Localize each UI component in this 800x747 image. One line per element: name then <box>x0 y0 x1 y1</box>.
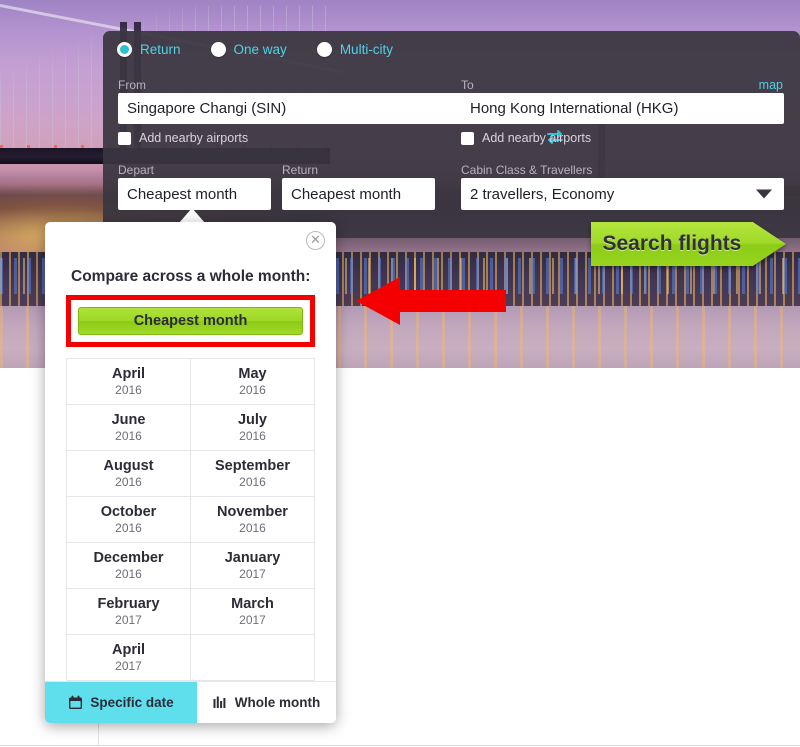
month-year: 2016 <box>239 383 266 398</box>
month-cell[interactable]: December 2016 <box>67 543 191 589</box>
cabin-value: 2 travellers, Economy <box>470 186 614 203</box>
tab-specific-date[interactable]: Specific date <box>45 682 197 723</box>
tab-specific-date-label: Specific date <box>90 695 173 710</box>
calendar-icon <box>68 695 83 710</box>
month-cell[interactable]: November 2016 <box>191 497 315 543</box>
month-name: March <box>231 596 274 613</box>
trip-type-multi-city-label: Multi-city <box>340 42 393 57</box>
month-year: 2016 <box>115 429 142 444</box>
page-root: Return One way Multi-city From Add nearb… <box>0 0 800 747</box>
red-left-arrow-annotation <box>356 277 506 325</box>
popup-pointer <box>179 208 205 223</box>
month-year: 2016 <box>115 383 142 398</box>
map-link[interactable]: map <box>759 78 783 92</box>
popup-tab-bar: Specific date Whole month <box>45 681 336 723</box>
month-name: May <box>238 366 266 383</box>
month-year: 2016 <box>115 567 142 582</box>
return-label: Return <box>282 163 318 177</box>
month-cell-empty <box>191 635 315 681</box>
month-name: October <box>101 504 157 521</box>
radio-icon[interactable] <box>317 42 332 57</box>
month-name: April <box>112 642 145 659</box>
return-value: Cheapest month <box>291 186 401 203</box>
month-cell[interactable]: July 2016 <box>191 405 315 451</box>
page-content-divider-horizontal <box>0 745 800 746</box>
month-name: April <box>112 366 145 383</box>
month-cell[interactable]: June 2016 <box>67 405 191 451</box>
cheapest-month-button[interactable]: Cheapest month <box>78 307 303 335</box>
month-year: 2017 <box>239 613 266 628</box>
depart-label: Depart <box>118 163 154 177</box>
month-cell[interactable]: April 2016 <box>67 359 191 405</box>
month-name: August <box>104 458 154 475</box>
cabin-label: Cabin Class & Travellers <box>461 163 592 177</box>
month-cell[interactable]: February 2017 <box>67 589 191 635</box>
month-name: November <box>217 504 288 521</box>
popup-title: Compare across a whole month: <box>71 268 310 286</box>
month-cell[interactable]: April 2017 <box>67 635 191 681</box>
search-flights-button-label: Search flights <box>591 222 753 266</box>
month-year: 2016 <box>115 521 142 536</box>
month-cell[interactable]: January 2017 <box>191 543 315 589</box>
month-year: 2016 <box>239 521 266 536</box>
month-name: June <box>112 412 146 429</box>
trip-type-return-label: Return <box>140 42 181 57</box>
return-input[interactable]: Cheapest month <box>282 178 435 210</box>
month-cell[interactable]: May 2016 <box>191 359 315 405</box>
radio-selected-icon[interactable] <box>117 42 132 57</box>
whole-month-popup: ✕ Compare across a whole month: Cheapest… <box>45 222 336 723</box>
bar-chart-icon <box>213 696 228 710</box>
from-nearby-checkbox-row[interactable]: Add nearby airports <box>118 131 248 145</box>
close-circle-icon[interactable]: ✕ <box>306 231 325 250</box>
month-name: September <box>215 458 290 475</box>
month-year: 2017 <box>115 613 142 628</box>
search-flights-button[interactable]: Search flights <box>591 222 786 266</box>
tab-whole-month-label: Whole month <box>235 695 320 710</box>
to-nearby-label: Add nearby airports <box>482 131 591 145</box>
month-year: 2016 <box>239 475 266 490</box>
trip-type-return[interactable]: Return <box>117 42 181 57</box>
trip-type-radio-group: Return One way Multi-city <box>117 42 393 57</box>
checkbox-icon[interactable] <box>461 132 474 145</box>
trip-type-one-way-label: One way <box>234 42 287 57</box>
month-year: 2016 <box>115 475 142 490</box>
from-nearby-label: Add nearby airports <box>139 131 248 145</box>
trip-type-multi-city[interactable]: Multi-city <box>317 42 393 57</box>
month-cell[interactable]: October 2016 <box>67 497 191 543</box>
month-cell[interactable]: September 2016 <box>191 451 315 497</box>
depart-value: Cheapest month <box>127 186 237 203</box>
month-year: 2017 <box>115 659 142 674</box>
month-year: 2017 <box>239 567 266 582</box>
tab-whole-month[interactable]: Whole month <box>197 682 336 723</box>
to-nearby-checkbox-row[interactable]: Add nearby airports <box>461 131 591 145</box>
month-name: January <box>225 550 281 567</box>
month-year: 2016 <box>239 429 266 444</box>
to-input[interactable] <box>461 93 784 124</box>
month-name: December <box>93 550 163 567</box>
to-label: To <box>461 78 474 92</box>
chevron-down-icon[interactable] <box>756 190 772 199</box>
flight-search-panel: Return One way Multi-city From Add nearb… <box>103 31 800 238</box>
cabin-select[interactable]: 2 travellers, Economy <box>461 178 784 210</box>
month-grid: April 2016 May 2016 June 2016 July 2016 … <box>66 358 315 681</box>
checkbox-icon[interactable] <box>118 132 131 145</box>
month-name: July <box>238 412 267 429</box>
month-cell[interactable]: August 2016 <box>67 451 191 497</box>
trip-type-one-way[interactable]: One way <box>211 42 287 57</box>
month-cell[interactable]: March 2017 <box>191 589 315 635</box>
month-name: February <box>97 596 159 613</box>
radio-icon[interactable] <box>211 42 226 57</box>
from-label: From <box>118 78 146 92</box>
depart-input[interactable]: Cheapest month <box>118 178 271 210</box>
